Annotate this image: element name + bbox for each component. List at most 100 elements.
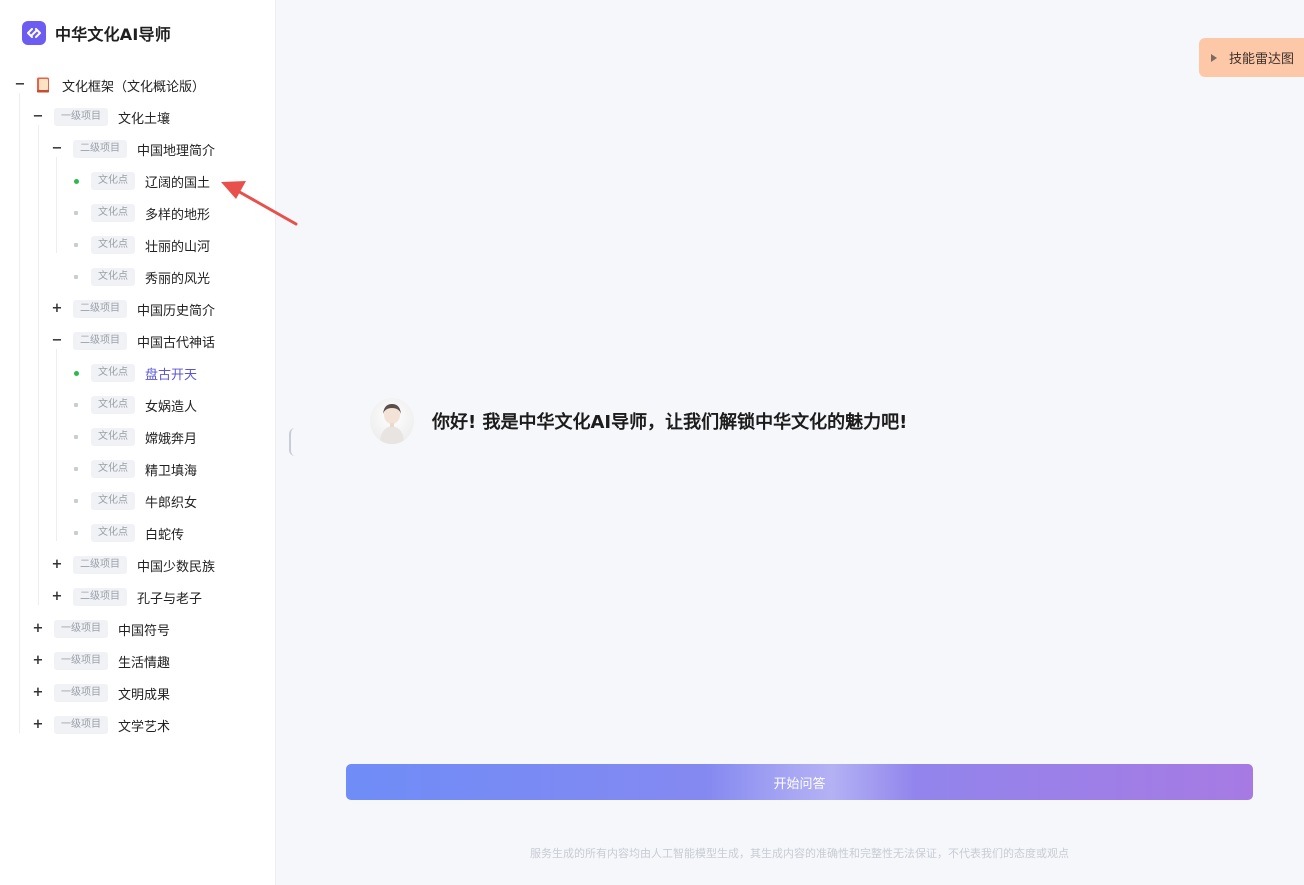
level-tag: 文化点 (91, 460, 135, 478)
tree-guide-line (38, 125, 39, 605)
tree-item-label: 中国符号 (118, 623, 171, 639)
sidebar-collapse-handle[interactable] (289, 428, 295, 456)
expand-toggle-icon[interactable]: + (51, 558, 63, 571)
status-dot-icon (74, 435, 78, 439)
level-tag: 二级项目 (73, 140, 127, 158)
tree-root[interactable]: − 文化框架（文化概论版） (14, 69, 205, 101)
book-icon (36, 77, 50, 93)
tree-item-level1[interactable]: + 一级项目 生活情趣 (32, 645, 170, 677)
level-tag: 文化点 (91, 236, 135, 254)
tree-item-label: 多样的地形 (145, 207, 211, 223)
start-qa-button[interactable]: 开始问答 (346, 764, 1253, 800)
tree-guide-line (56, 349, 57, 541)
tree-item-level2[interactable]: + 二级项目 中国历史简介 (51, 293, 215, 325)
tree-item-level1[interactable]: + 一级项目 文明成果 (32, 677, 170, 709)
start-qa-label: 开始问答 (773, 776, 826, 792)
level-tag: 文化点 (91, 524, 135, 542)
level-tag: 文化点 (91, 204, 135, 222)
tree-item-label: 中国历史简介 (137, 303, 216, 319)
status-dot-icon (74, 211, 78, 215)
sidebar: 中华文化AI导师 − 文化框架（文化概论版） − 一级项目 文化土壤 − 二级项目 中国地… (0, 0, 276, 885)
expand-toggle-icon[interactable]: + (32, 718, 44, 731)
tree-item-culture-point[interactable]: 文化点 牛郎织女 (70, 485, 197, 517)
tree-item-level2[interactable]: − 二级项目 中国古代神话 (51, 325, 215, 357)
tree-item-label: 中国地理简介 (137, 143, 216, 159)
tree-guide-line (19, 93, 20, 733)
level-tag: 文化点 (91, 172, 135, 190)
tree-item-culture-point[interactable]: 文化点 白蛇传 (70, 517, 184, 549)
tree-item-label: 女娲造人 (145, 399, 198, 415)
tree-item-level2[interactable]: − 二级项目 中国地理简介 (51, 133, 215, 165)
collapse-toggle-icon[interactable]: − (14, 78, 26, 91)
brand: 中华文化AI导师 (22, 21, 171, 45)
status-dot-active-icon (74, 178, 79, 184)
expand-toggle-icon[interactable]: + (32, 654, 44, 667)
expand-toggle-icon[interactable]: + (32, 622, 44, 635)
status-dot-icon (74, 499, 78, 503)
tree-item-label: 壮丽的山河 (145, 239, 211, 255)
status-dot-icon (74, 243, 78, 247)
level-tag: 二级项目 (73, 332, 127, 350)
status-dot-icon (74, 531, 78, 535)
status-dot-active-icon (74, 370, 79, 376)
skill-radar-label: 技能雷达图 (1229, 52, 1295, 67)
tree-item-culture-point[interactable]: 文化点 女娲造人 (70, 389, 197, 421)
greeting-text: 你好! 我是中华文化AI导师，让我们解锁中华文化的魅力吧! (432, 412, 908, 433)
tree-item-culture-point[interactable]: 文化点 秀丽的风光 (70, 261, 210, 293)
expand-toggle-icon[interactable]: + (51, 302, 63, 315)
tree-root-label: 文化框架（文化概论版） (62, 79, 206, 95)
tutor-avatar (370, 398, 414, 444)
level-tag: 二级项目 (73, 588, 127, 606)
tree-item-culture-point[interactable]: 文化点 嫦娥奔月 (70, 421, 197, 453)
tree-item-label: 白蛇传 (145, 527, 185, 543)
status-dot-icon (74, 275, 78, 279)
tree-item-label: 精卫填海 (145, 463, 198, 479)
level-tag: 一级项目 (54, 652, 108, 670)
tree-item-label: 牛郎织女 (145, 495, 198, 511)
tree-item-level1[interactable]: + 一级项目 文学艺术 (32, 709, 170, 741)
tree-item-level2[interactable]: + 二级项目 孔子与老子 (51, 581, 202, 613)
tree-item-label: 嫦娥奔月 (145, 431, 198, 447)
level-tag: 文化点 (91, 492, 135, 510)
status-dot-icon (74, 403, 78, 407)
tree-item-level2[interactable]: + 二级项目 中国少数民族 (51, 549, 215, 581)
level-tag: 二级项目 (73, 300, 127, 318)
brand-title: 中华文化AI导师 (55, 25, 171, 44)
expand-toggle-icon[interactable]: + (32, 686, 44, 699)
tree-item-label: 秀丽的风光 (145, 271, 211, 287)
greeting-message: 你好! 我是中华文化AI导师，让我们解锁中华文化的魅力吧! (370, 398, 907, 444)
level-tag: 文化点 (91, 268, 135, 286)
level-tag: 一级项目 (54, 684, 108, 702)
tree-item-label: 生活情趣 (118, 655, 171, 671)
caret-right-icon (1211, 53, 1217, 62)
skill-radar-button[interactable]: 技能雷达图 (1199, 38, 1304, 77)
tree-item-label: 文明成果 (118, 687, 171, 703)
collapse-toggle-icon[interactable]: − (51, 142, 63, 155)
tree-guide-line (56, 157, 57, 253)
tree-item-label: 盘古开天 (145, 367, 198, 383)
tree-item-label: 文化土壤 (118, 111, 171, 127)
tree-item-culture-point[interactable]: 文化点 壮丽的山河 (70, 229, 210, 261)
tree-item-label: 辽阔的国土 (145, 175, 211, 191)
footer-disclaimer: 服务生成的所有内容均由人工智能模型生成，其生成内容的准确性和完整性无法保证，不代… (530, 847, 1069, 860)
tree-item-culture-point[interactable]: 文化点 盘古开天 (70, 357, 197, 389)
tree-item-label: 孔子与老子 (137, 591, 203, 607)
level-tag: 二级项目 (73, 556, 127, 574)
expand-toggle-icon[interactable]: + (51, 590, 63, 603)
tree-item-culture-point[interactable]: 文化点 辽阔的国土 (70, 165, 210, 197)
collapse-toggle-icon[interactable]: − (32, 110, 44, 123)
tree-item-culture-point[interactable]: 文化点 精卫填海 (70, 453, 197, 485)
tree-item-culture-point[interactable]: 文化点 多样的地形 (70, 197, 210, 229)
level-tag: 文化点 (91, 396, 135, 414)
tree-item-label: 中国少数民族 (137, 559, 216, 575)
level-tag: 一级项目 (54, 108, 108, 126)
collapse-toggle-icon[interactable]: − (51, 334, 63, 347)
level-tag: 一级项目 (54, 620, 108, 638)
level-tag: 文化点 (91, 364, 135, 382)
brand-logo-icon (22, 21, 46, 45)
level-tag: 一级项目 (54, 716, 108, 734)
status-dot-icon (74, 467, 78, 471)
tree-item-label: 文学艺术 (118, 719, 171, 735)
tree-item-level1[interactable]: + 一级项目 中国符号 (32, 613, 170, 645)
tree-item-level1[interactable]: − 一级项目 文化土壤 (32, 101, 170, 133)
